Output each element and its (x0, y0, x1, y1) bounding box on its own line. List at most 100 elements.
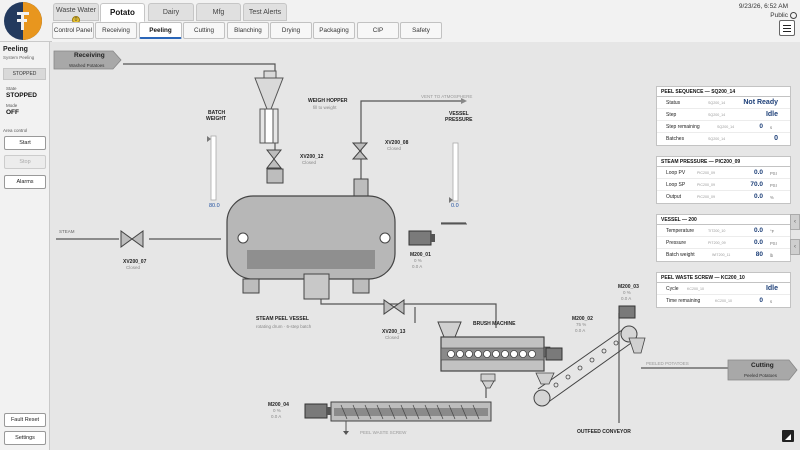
temperature-row: Temperature TIT200_10 0.0 °F (657, 225, 790, 237)
row-value: 0.0 (753, 193, 763, 200)
tab-cutting[interactable]: Cutting (183, 22, 225, 39)
row-tag: TIT200_10 (708, 229, 726, 233)
row-label: Time remaining (666, 298, 701, 304)
collapse-panel-icon[interactable]: ‹ (790, 214, 800, 230)
tab-packaging[interactable]: Packaging (313, 22, 355, 39)
tab-test-alerts[interactable]: Test Alerts (243, 3, 287, 21)
tab-drying[interactable]: Drying (270, 22, 312, 39)
user-name[interactable]: Public (770, 12, 788, 19)
tab-label: Receiving (102, 27, 130, 34)
m200-01-amps: 0.0 A (412, 264, 423, 269)
peel-waste-screw-panel: PEEL WASTE SCREW — KC200_10 Cycle KC200_… (656, 272, 791, 308)
status-row: Status SQ200_14 Not Ready (657, 97, 790, 109)
receiving-sub: Washed Potatoes (69, 63, 105, 68)
batches-row: Batches SQ200_14 0 (657, 133, 790, 145)
tab-potato[interactable]: Potato (100, 3, 145, 22)
state-value: STOPPED (6, 92, 37, 99)
tab-blanching[interactable]: Blanching (227, 22, 269, 39)
tab-receiving[interactable]: Receiving (95, 22, 137, 39)
peeled-potatoes-label: PEELED POTATOES (646, 361, 689, 366)
weigh-hopper-sub: fill to weight (313, 105, 337, 110)
output-row: Output PIC200_09 0.0 % (657, 191, 790, 203)
panel-title: VESSEL — 200 (657, 215, 790, 225)
row-value: 0 (759, 123, 763, 130)
expand-panel-icon[interactable]: ‹ (790, 239, 800, 255)
row-value: 0.0 (753, 169, 763, 176)
expand-corner-icon[interactable] (782, 430, 794, 442)
tab-mfg[interactable]: Mfg (196, 3, 241, 21)
row-unit: s (770, 124, 773, 130)
alarms-button[interactable]: Alarms (4, 175, 46, 189)
row-value: 0.0 (753, 227, 763, 234)
settings-button[interactable]: Settings (4, 431, 46, 445)
xv200-08-state: Closed (387, 146, 402, 151)
xv200-12-state: Closed (302, 160, 317, 165)
weigh-hopper (254, 77, 284, 110)
m200-03-amps: 0.0 A (621, 296, 632, 301)
m200-03-rpm: 0 % (623, 290, 631, 295)
tab-peeling[interactable]: Peeling (139, 22, 182, 39)
batch-weight-gauge (210, 135, 217, 201)
tab-waste-water[interactable]: Waste Water 0 (53, 3, 99, 24)
motor-m200-02 (545, 347, 563, 361)
clock: 9/23/26, 6:52 AM (738, 3, 788, 10)
batch-weight-title2: WEIGHT (206, 116, 226, 122)
row-unit: % (770, 194, 774, 200)
area-title: Peeling (3, 46, 28, 53)
row-label: Loop PV (666, 170, 686, 176)
row-unit: PSI (770, 240, 777, 246)
valve-xv200-12 (265, 149, 283, 169)
vessel-panel: VESSEL — 200 Temperature TIT200_10 0.0 °… (656, 214, 791, 262)
batch-weight-value: 80.0 (209, 203, 220, 209)
row-value: Not Ready (743, 99, 778, 106)
motor-m200-03 (618, 305, 636, 319)
tab-label: Peeling (149, 26, 172, 34)
valve-xv200-13 (383, 299, 405, 315)
steam-peel-vessel-sub: rotating drum · 6-step batch (256, 324, 312, 329)
row-value: 80 (755, 251, 763, 258)
m200-01-rpm: 0 % (414, 258, 422, 263)
tab-label: Cutting (194, 27, 214, 34)
status-badge: STOPPED (3, 68, 46, 80)
step-row: Step SQ200_14 Idle (657, 109, 790, 121)
xv200-07-state: Closed (126, 265, 141, 270)
row-value: Idle (765, 111, 778, 118)
hamburger-menu-button[interactable] (779, 20, 795, 36)
tab-label: Packaging (319, 27, 349, 34)
area-subtitle: System Peeling (3, 55, 35, 60)
start-button[interactable]: Start (4, 136, 46, 150)
user-icon[interactable] (790, 12, 797, 19)
steam-peel-vessel-label: STEAM PEEL VESSEL (256, 316, 309, 322)
row-label: Loop SP (666, 182, 686, 188)
row-tag: PIT200_09 (708, 241, 726, 245)
stop-button[interactable]: Stop (4, 155, 46, 169)
panel-title: PEEL SEQUENCE — SQ200_14 (657, 87, 790, 97)
tab-dairy[interactable]: Dairy (148, 3, 194, 21)
row-label: Pressure (666, 240, 687, 246)
panel-title: STEAM PRESSURE — PIC200_09 (657, 157, 790, 167)
tab-cip[interactable]: CIP (357, 22, 399, 39)
panel-title: PEEL WASTE SCREW — KC200_10 (657, 273, 790, 283)
row-label: Status (666, 100, 681, 106)
row-tag: WIT200_11 (712, 253, 731, 257)
tab-label: CIP (372, 27, 384, 34)
row-unit: lb (770, 252, 774, 258)
fault-reset-button[interactable]: Fault Reset (4, 413, 46, 427)
tab-label: Blanching (234, 27, 262, 34)
valve-xv200-07 (120, 230, 144, 248)
tab-control-panel[interactable]: Control Panel (52, 22, 94, 39)
row-tag: KC200_10 (715, 299, 732, 303)
tab-safety[interactable]: Safety (400, 22, 442, 39)
motor-m200-04 (304, 403, 328, 419)
row-label: Batch weight (666, 252, 695, 258)
tab-label: Dairy (162, 8, 180, 16)
row-tag: SQ200_14 (708, 101, 726, 105)
row-tag: SQ200_14 (708, 113, 726, 117)
row-value: 0 (774, 135, 778, 142)
row-unit: °F (770, 228, 775, 234)
tab-label: Control Panel (53, 27, 93, 34)
m200-02-rpm: 75 % (576, 322, 587, 327)
app-logo[interactable] (4, 2, 42, 40)
row-label: Batches (666, 136, 685, 142)
cycle-row: Cycle KC200_10 Idle (657, 283, 790, 295)
